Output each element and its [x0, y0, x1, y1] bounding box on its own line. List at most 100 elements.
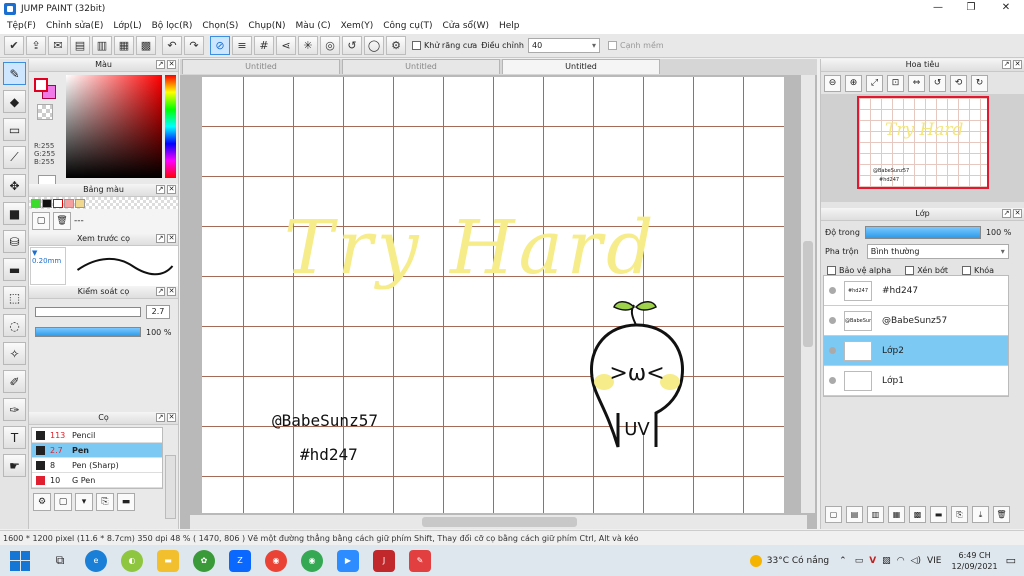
- close-panel-icon[interactable]: ✕: [167, 413, 176, 422]
- language-indicator[interactable]: VIE: [927, 556, 942, 566]
- hue-slider[interactable]: [165, 75, 176, 178]
- tab-untitled-2[interactable]: Untitled: [342, 59, 500, 74]
- copy-brush-icon[interactable]: ⎘: [96, 493, 114, 511]
- brush-menu-icon[interactable]: ▾: [75, 493, 93, 511]
- trash-icon[interactable]: 🗑: [53, 212, 71, 230]
- magic-wand-tool-icon[interactable]: ✧: [3, 342, 26, 365]
- line-tool-icon[interactable]: ⟋: [3, 146, 26, 169]
- menu-window[interactable]: Cửa sổ(W): [438, 21, 494, 31]
- new-layer-icon[interactable]: ▢: [825, 506, 842, 523]
- export-icon[interactable]: ⇪: [26, 36, 46, 55]
- visibility-icon[interactable]: [829, 347, 836, 354]
- zoom-in-icon[interactable]: ⊕: [845, 74, 862, 92]
- eraser-tool-icon[interactable]: ◆: [3, 90, 26, 113]
- drawing-canvas[interactable]: Try Hard @BabeSunz57 #hd247 >ω< UV: [202, 77, 784, 513]
- fill-layer-icon[interactable]: ▩: [909, 506, 926, 523]
- palette-swatch[interactable]: [75, 198, 85, 208]
- float-icon[interactable]: ↗: [156, 60, 165, 69]
- message-icon[interactable]: ▤: [70, 36, 90, 55]
- folder-icon[interactable]: ▬: [117, 493, 135, 511]
- brush-item[interactable]: 113 Pencil: [32, 428, 162, 443]
- tray-app-icon[interactable]: ▭: [855, 556, 864, 566]
- lock-checkbox[interactable]: [961, 265, 971, 275]
- operation-tool-icon[interactable]: ☛: [3, 454, 26, 477]
- palette-swatch[interactable]: [53, 198, 63, 208]
- clipboard-icon[interactable]: ▦: [114, 36, 134, 55]
- vertical-scroll-thumb[interactable]: [803, 241, 813, 347]
- menu-help[interactable]: Help: [494, 21, 525, 31]
- palette-swatch[interactable]: [42, 198, 52, 208]
- tray-chevron-icon[interactable]: ⌃: [839, 556, 847, 566]
- clip-checkbox[interactable]: [905, 265, 915, 275]
- blend-mode-select[interactable]: Bình thường: [866, 244, 1009, 259]
- rect-select-tool-icon[interactable]: ▭: [3, 118, 26, 141]
- snap-settings-icon[interactable]: ⚙: [386, 36, 406, 55]
- layer-item[interactable]: @BabeSunz57 @BabeSunz57: [824, 306, 1008, 336]
- brush-list-scrollbar[interactable]: [165, 455, 176, 519]
- palette-swatch[interactable]: [31, 198, 41, 208]
- delete-layer-icon[interactable]: 🗑: [993, 506, 1010, 523]
- move-tool-icon[interactable]: ✥: [3, 174, 26, 197]
- select-rect-tool-icon[interactable]: ⬚: [3, 286, 26, 309]
- grid-settings-icon[interactable]: ▩: [136, 36, 156, 55]
- chrome-icon[interactable]: ◉: [265, 549, 287, 572]
- rotate-left-icon[interactable]: ↺: [929, 74, 946, 92]
- zoom-icon[interactable]: ▶: [337, 549, 359, 572]
- brush-item[interactable]: 10 G Pen: [32, 473, 162, 488]
- select-eraser-tool-icon[interactable]: ✑: [3, 398, 26, 421]
- duplicate-layer-icon[interactable]: ⎘: [951, 506, 968, 523]
- lasso-tool-icon[interactable]: ◌: [3, 314, 26, 337]
- minimize-button[interactable]: —: [922, 0, 954, 17]
- perspective-icon[interactable]: ⋖: [276, 36, 296, 55]
- tab-untitled-1[interactable]: Untitled: [182, 59, 340, 74]
- checkmark-icon[interactable]: ✔: [4, 36, 24, 55]
- visibility-icon[interactable]: [829, 317, 836, 324]
- notification-icon[interactable]: ▭: [1006, 554, 1016, 567]
- brush-item[interactable]: 2.7 Pen: [32, 443, 162, 458]
- tab-untitled-3[interactable]: Untitled: [502, 59, 660, 74]
- parallel-lines-icon[interactable]: ≡: [232, 36, 252, 55]
- edge-browser-icon[interactable]: e: [85, 549, 107, 572]
- float-icon[interactable]: ↗: [156, 287, 165, 296]
- saturation-value-box[interactable]: [66, 75, 162, 178]
- horizontal-scroll-thumb[interactable]: [422, 517, 577, 527]
- menu-layer[interactable]: Lớp(L): [108, 21, 146, 31]
- adjust-select[interactable]: 40: [527, 38, 600, 53]
- app-icon-red[interactable]: ✎: [409, 549, 431, 572]
- close-panel-icon[interactable]: ✕: [167, 287, 176, 296]
- bucket-tool-icon[interactable]: ⛁: [3, 230, 26, 253]
- concentric-icon[interactable]: ◎: [320, 36, 340, 55]
- task-view-icon[interactable]: ⧉: [49, 550, 71, 572]
- new-palette-icon[interactable]: ▢: [32, 212, 50, 230]
- menu-color[interactable]: Màu (C): [291, 21, 336, 31]
- main-color-swatch[interactable]: [34, 78, 48, 92]
- canvas-vertical-scrollbar[interactable]: [801, 75, 815, 513]
- menu-select[interactable]: Chọn(S): [197, 21, 243, 31]
- close-button[interactable]: ✕: [990, 0, 1022, 17]
- float-icon[interactable]: ↗: [156, 413, 165, 422]
- app-icon-green[interactable]: ◐: [121, 549, 143, 572]
- transparent-color-swatch[interactable]: [37, 104, 53, 120]
- float-icon[interactable]: ↗: [1002, 209, 1011, 218]
- menu-view[interactable]: Xem(Y): [336, 21, 379, 31]
- menu-file[interactable]: Tệp(F): [2, 21, 41, 31]
- menu-edit[interactable]: Chỉnh sửa(E): [41, 21, 108, 31]
- radial-icon[interactable]: ✳: [298, 36, 318, 55]
- comment-icon[interactable]: ✉: [48, 36, 68, 55]
- close-panel-icon[interactable]: ✕: [167, 60, 176, 69]
- rotate-right-icon[interactable]: ↻: [971, 74, 988, 92]
- brush-size-value[interactable]: 2.7: [146, 305, 170, 319]
- menu-tools[interactable]: Công cụ(T): [378, 21, 437, 31]
- brush-opacity-slider[interactable]: [35, 327, 141, 337]
- fit-window-icon[interactable]: ⤢: [866, 74, 883, 92]
- close-panel-icon[interactable]: ✕: [167, 185, 176, 194]
- new-brush-icon[interactable]: ▢: [54, 493, 72, 511]
- layer-item[interactable]: Lớp2: [824, 336, 1008, 366]
- layer-item[interactable]: #hd247 #hd247: [824, 276, 1008, 306]
- redo-icon[interactable]: ↷: [184, 36, 204, 55]
- file-explorer-icon[interactable]: ▬: [157, 549, 179, 572]
- no-guide-icon[interactable]: ⊘: [210, 36, 230, 55]
- brush-tool-icon[interactable]: ✎: [3, 62, 26, 85]
- close-panel-icon[interactable]: ✕: [1013, 209, 1022, 218]
- fill-rect-tool-icon[interactable]: ■: [3, 202, 26, 225]
